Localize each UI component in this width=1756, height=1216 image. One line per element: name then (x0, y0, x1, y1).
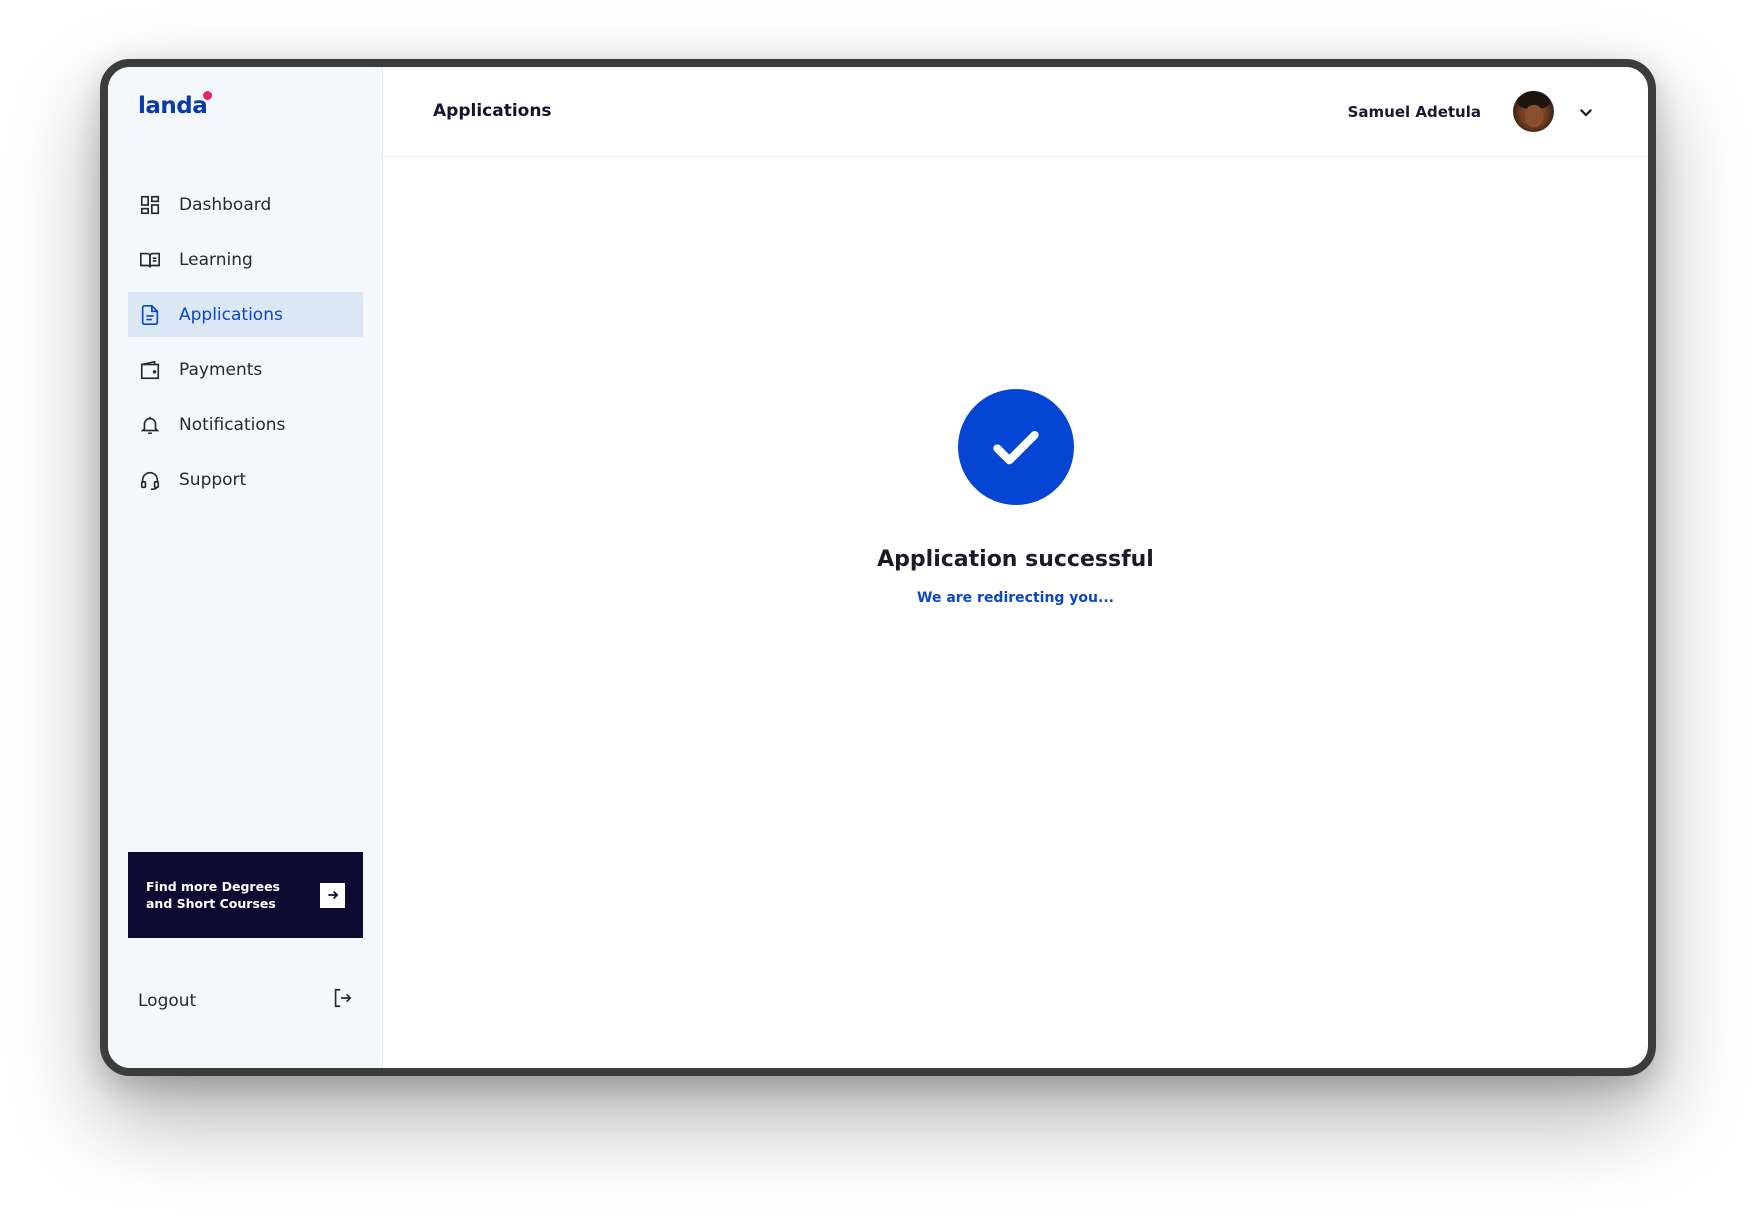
sidebar-item-dashboard[interactable]: Dashboard (128, 182, 363, 227)
sidebar-item-label: Notifications (179, 414, 286, 435)
device-frame: landa Dashboard Learning Applications Pa… (100, 59, 1656, 1076)
top-bar: Applications Samuel Adetula (383, 67, 1648, 157)
check-icon (957, 389, 1074, 505)
logout-label: Logout (138, 990, 197, 1011)
sidebar-item-label: Payments (179, 359, 263, 380)
dashboard-icon (138, 193, 162, 217)
logout-button[interactable]: Logout (138, 987, 353, 1014)
page-title: Applications (433, 101, 552, 121)
sidebar-item-label: Dashboard (179, 194, 272, 215)
sidebar-item-payments[interactable]: Payments (128, 347, 363, 392)
promo-card[interactable]: Find more Degrees and Short Courses (128, 852, 363, 938)
main-content: Applications Samuel Adetula Application … (383, 67, 1648, 1068)
sidebar-item-label: Applications (179, 304, 283, 325)
sidebar-item-label: Support (179, 469, 247, 490)
headset-icon (138, 468, 162, 492)
bell-icon (138, 413, 162, 437)
success-panel: Application successful We are redirectin… (383, 389, 1648, 606)
sidebar-item-notifications[interactable]: Notifications (128, 402, 363, 447)
avatar[interactable] (1513, 91, 1554, 132)
wallet-icon (138, 358, 162, 382)
logout-icon (331, 987, 353, 1014)
sidebar-nav: Dashboard Learning Applications Payments… (128, 182, 363, 512)
app-window: landa Dashboard Learning Applications Pa… (108, 67, 1648, 1068)
promo-text: Find more Degrees and Short Courses (146, 879, 280, 911)
user-name: Samuel Adetula (1347, 102, 1481, 121)
sidebar-item-label: Learning (179, 249, 253, 270)
user-menu[interactable]: Samuel Adetula (1348, 91, 1598, 132)
logo-text: landa (138, 93, 208, 119)
sidebar-item-learning[interactable]: Learning (128, 237, 363, 282)
logo-dot (203, 91, 213, 100)
arrow-right-icon[interactable] (320, 882, 345, 908)
success-title: Application successful (877, 547, 1154, 572)
chevron-down-icon[interactable] (1574, 100, 1598, 124)
landa-logo[interactable]: landa (138, 91, 213, 119)
sidebar-item-applications[interactable]: Applications (128, 292, 363, 337)
sidebar: landa Dashboard Learning Applications Pa… (108, 67, 383, 1068)
document-icon (138, 303, 162, 327)
book-open-icon (138, 248, 162, 272)
redirect-message: We are redirecting you... (917, 590, 1114, 606)
sidebar-item-support[interactable]: Support (128, 457, 363, 502)
